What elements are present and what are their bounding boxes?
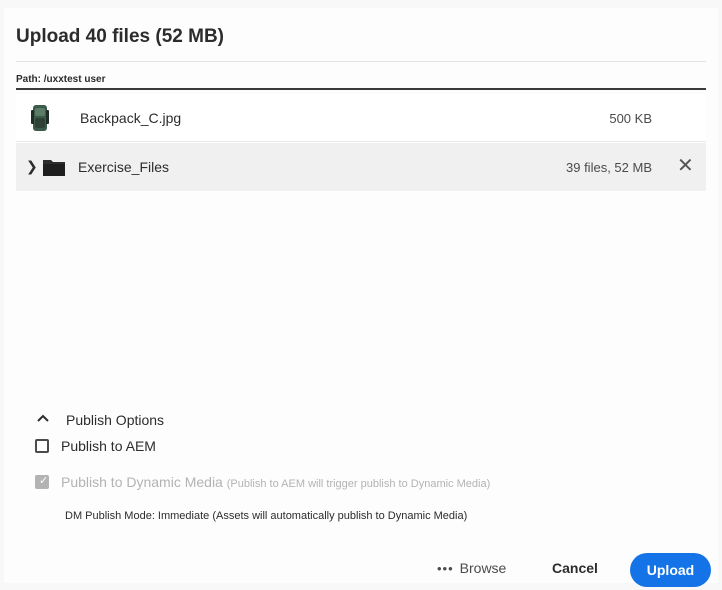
folder-name: Exercise_Files: [78, 159, 170, 175]
upload-button[interactable]: Upload: [630, 553, 711, 587]
more-icon: •••: [437, 561, 454, 576]
file-size: 500 KB: [609, 111, 652, 126]
title-divider: [16, 61, 706, 62]
publish-aem-checkbox[interactable]: [35, 439, 49, 453]
publish-aem-label: Publish to AEM: [61, 438, 156, 454]
publish-dm-checkbox[interactable]: ✓: [35, 475, 49, 489]
dialog-panel: Upload 40 files (52 MB) Path: /uxxtest u…: [4, 8, 718, 587]
path-divider: [16, 88, 706, 90]
folder-size: 39 files, 52 MB: [566, 160, 652, 175]
chevron-up-icon[interactable]: [37, 410, 49, 426]
upload-dialog: Upload 40 files (52 MB) Path: /uxxtest u…: [0, 0, 722, 590]
publish-options-toggle[interactable]: Publish Options: [66, 412, 164, 428]
publish-dm-note: (Publish to AEM will trigger publish to …: [226, 478, 491, 490]
publish-dm-label: Publish to Dynamic Media (Publish to AEM…: [61, 474, 490, 490]
folder-icon: [43, 160, 65, 176]
browse-label: Browse: [459, 560, 507, 576]
path-label: Path: /uxxtest user: [16, 74, 106, 85]
dm-publish-mode: DM Publish Mode: Immediate (Assets will …: [65, 510, 468, 522]
browse-button[interactable]: ••• Browse: [437, 560, 506, 576]
checkmark-icon: ✓: [39, 475, 49, 487]
image-thumbnail-icon: [31, 105, 49, 131]
remove-icon[interactable]: ✕: [677, 154, 694, 178]
chevron-right-icon[interactable]: ❯: [26, 158, 38, 175]
cancel-button[interactable]: Cancel: [552, 560, 598, 576]
file-name: Backpack_C.jpg: [80, 110, 182, 126]
publish-dm-text: Publish to Dynamic Media: [61, 474, 223, 490]
dialog-title: Upload 40 files (52 MB): [16, 26, 224, 47]
